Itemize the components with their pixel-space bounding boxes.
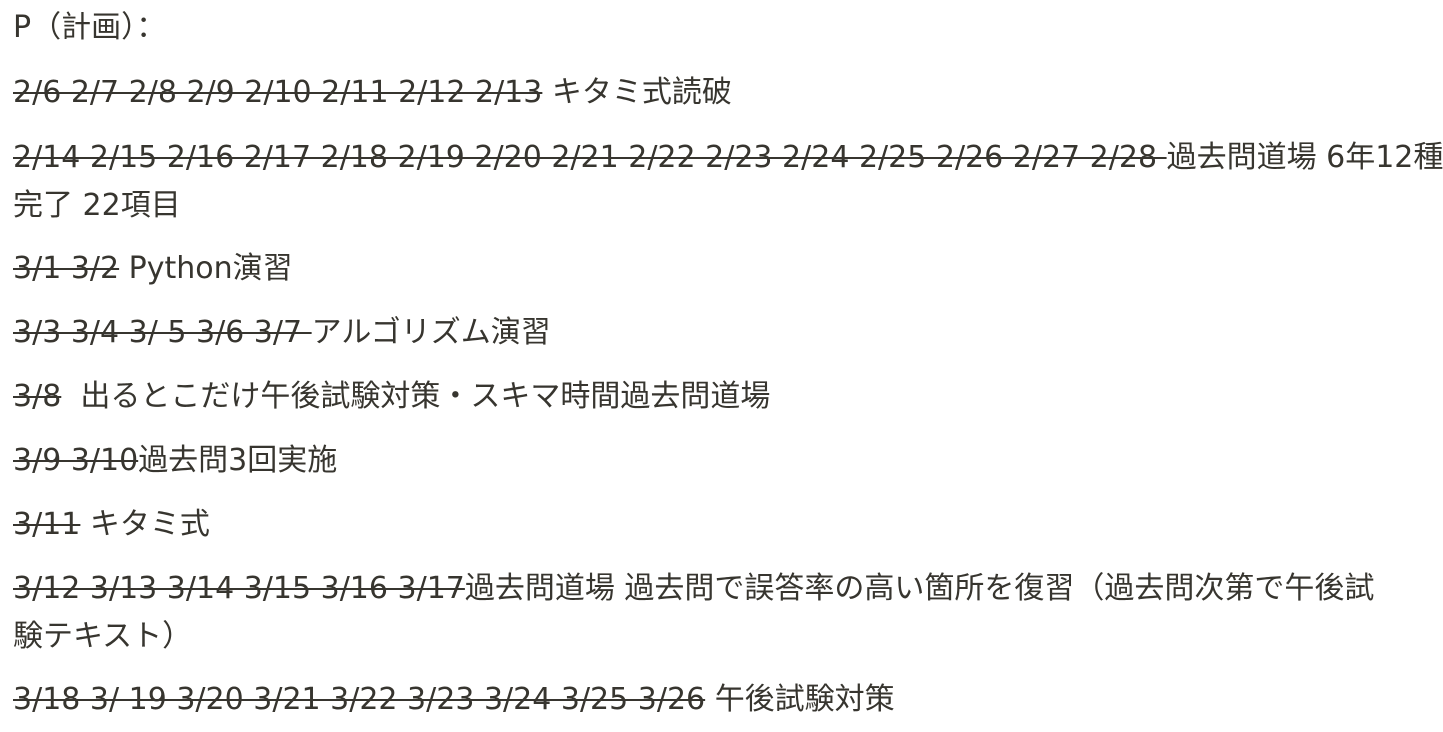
completed-dates: 3/8: [13, 379, 62, 414]
plan-entry: 3/12 3/13 3/14 3/15 3/16 3/17過去問道場 過去問で誤…: [13, 565, 1413, 613]
completed-dates: 2/14 2/15 2/16 2/17 2/18 2/19 2/20 2/21 …: [13, 140, 1167, 175]
completed-dates: 3/18 3/ 19 3/20 3/21 3/22 3/23 3/24 3/25…: [13, 682, 706, 717]
separator: [542, 75, 552, 110]
plan-entry: 3/18 3/ 19 3/20 3/21 3/22 3/23 3/24 3/25…: [13, 676, 1413, 724]
plan-entry: 3/8 出るとこだけ午後試験対策・スキマ時間過去問道場: [13, 373, 1413, 421]
title-text: P（計画）：: [13, 10, 167, 45]
completed-dates: 2/6 2/7 2/8 2/9 2/10 2/11 2/12 2/13: [13, 75, 543, 110]
completed-dates: 3/12 3/13 3/14 3/15 3/16 3/17: [13, 571, 465, 606]
plan-entry: 3/3 3/4 3/ 5 3/6 3/7 アルゴリズム演習: [13, 309, 1413, 357]
plan-entry: 2/14 2/15 2/16 2/17 2/18 2/19 2/20 2/21 …: [13, 134, 1443, 182]
task-text: 過去問道場 過去問で誤答率の高い箇所を復習（過去問次第で午後試: [464, 571, 1375, 606]
page-title: P（計画）：: [13, 4, 1413, 52]
plan-entry: 2/6 2/7 2/8 2/9 2/10 2/11 2/12 2/13 キタミ式…: [13, 69, 1413, 117]
task-text: Python演習: [128, 251, 293, 286]
task-text: 過去問道場 6年12種: [1166, 140, 1443, 175]
separator: [61, 379, 80, 414]
plan-entry-continuation: 完了 22項目: [13, 182, 1413, 230]
task-text: 過去問3回実施: [138, 443, 338, 478]
completed-dates: 3/11: [13, 507, 81, 542]
task-text-continued: 完了 22項目: [13, 188, 181, 223]
task-text-continued: 験テキスト）: [13, 619, 193, 654]
separator: [705, 682, 715, 717]
plan-entry: 3/11 キタミ式: [13, 501, 1413, 549]
task-text: アルゴリズム演習: [311, 315, 551, 350]
plan-entry-continuation: 験テキスト）: [13, 613, 1413, 661]
task-text: 午後試験対策: [714, 682, 895, 717]
document-body: P（計画）： 2/6 2/7 2/8 2/9 2/10 2/11 2/12 2/…: [0, 0, 1443, 732]
plan-entry: 3/9 3/10過去問3回実施: [13, 437, 1413, 485]
task-text: 出るとこだけ午後試験対策・スキマ時間過去問道場: [80, 379, 771, 414]
separator: [119, 251, 129, 286]
task-text: キタミ式読破: [551, 75, 732, 110]
plan-entry: 3/1 3/2 Python演習: [13, 245, 1413, 293]
completed-dates: 3/3 3/4 3/ 5 3/6 3/7: [13, 315, 312, 350]
completed-dates: 3/1 3/2: [13, 251, 120, 286]
task-text: キタミ式: [89, 507, 210, 542]
completed-dates: 3/9 3/10: [13, 443, 139, 478]
separator: [80, 507, 90, 542]
